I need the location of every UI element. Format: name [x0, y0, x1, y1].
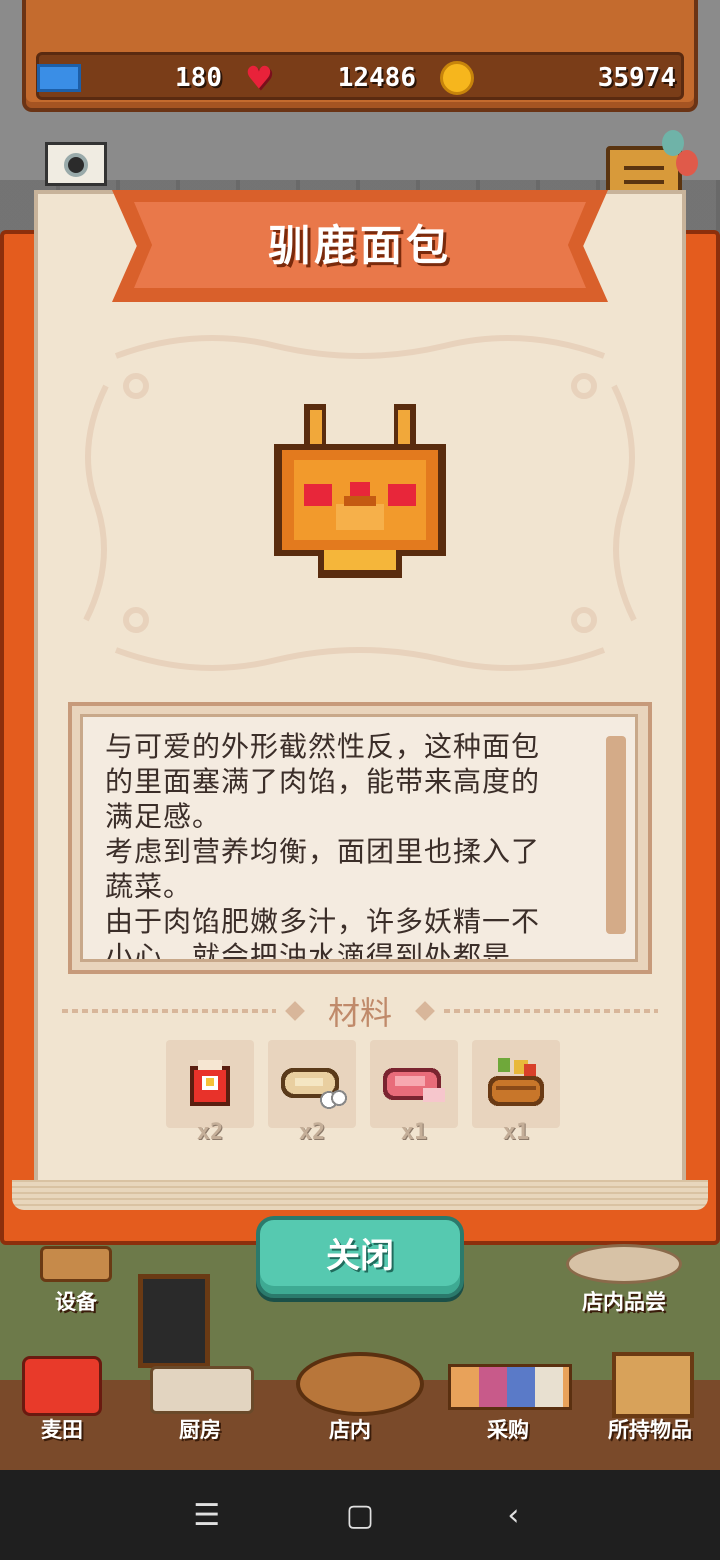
heart-value: 12486 [337, 63, 416, 93]
materials-label: 材料 [328, 994, 393, 1032]
nav-equipment-label: 设备 [55, 1290, 97, 1314]
reindeer-bread-icon [274, 404, 446, 578]
nav-items-label: 所持物品 [608, 1418, 692, 1442]
material-qty: x2 [196, 1120, 224, 1145]
kitchen-icon [150, 1366, 254, 1414]
system-navigation-bar: ☰ ▢ ‹ [0, 1470, 720, 1560]
recipe-description: 与可爱的外形截然性反，这种面包 的里面塞满了肉馅，能带来高度的 满足感。 考虑到… [105, 730, 541, 962]
heart-counter: ♥ 12486 [236, 58, 422, 98]
nav-field[interactable]: 麦田 [20, 1414, 104, 1444]
nav-purchase-label: 采购 [487, 1418, 529, 1442]
eggs-icon [268, 1040, 356, 1128]
material-qty: x2 [298, 1120, 326, 1145]
ticket-value: 180 [175, 63, 222, 93]
material-qty: x1 [400, 1120, 428, 1145]
coin-icon [434, 61, 480, 95]
close-button[interactable]: 关闭 [256, 1216, 464, 1298]
materials-header: 材料 [62, 986, 659, 1036]
nav-store-label: 店内 [329, 1418, 371, 1442]
balloon-icon [676, 150, 698, 176]
menu-board-icon [138, 1274, 210, 1368]
inventory-box-icon [612, 1352, 694, 1418]
nav-items[interactable]: 所持物品 [598, 1414, 702, 1444]
home-icon[interactable]: ▢ [330, 1498, 390, 1533]
ticket-icon [36, 61, 82, 95]
purchase-shelf-icon [448, 1364, 572, 1410]
material-item[interactable]: x2 [268, 1040, 356, 1150]
nav-field-label: 麦田 [41, 1418, 83, 1442]
ticket-counter: 180 [36, 58, 228, 98]
material-qty: x1 [502, 1120, 530, 1145]
nav-kitchen-label: 厨房 [179, 1418, 221, 1442]
meat-icon [370, 1040, 458, 1128]
menu-icon[interactable]: ☰ [177, 1498, 237, 1533]
camera-icon [45, 142, 107, 186]
coin-value: 35974 [597, 63, 676, 93]
material-item[interactable]: x1 [370, 1040, 458, 1150]
flour-bag-icon [166, 1040, 254, 1128]
nav-kitchen[interactable]: 厨房 [158, 1414, 242, 1444]
description-scrollbar[interactable] [606, 736, 626, 934]
field-icon [22, 1356, 102, 1416]
nav-purchase[interactable]: 采购 [466, 1414, 550, 1444]
coin-counter: 35974 [434, 58, 682, 98]
material-item[interactable]: x1 [472, 1040, 560, 1150]
nav-tasting-label: 店内品尝 [582, 1290, 666, 1314]
back-icon[interactable]: ‹ [483, 1498, 543, 1533]
recipe-title: 驯鹿面包 [267, 221, 452, 270]
nav-store[interactable]: 店内 [308, 1414, 392, 1444]
recipe-title-banner: 驯鹿面包 [112, 190, 608, 302]
description-box[interactable]: 与可爱的外形截然性反，这种面包 的里面塞满了肉馅，能带来高度的 满足感。 考虑到… [80, 714, 638, 962]
materials-list: x2 x2 x1 x1 [166, 1040, 560, 1150]
vegetable-basket-icon [472, 1040, 560, 1128]
book-page-edge [12, 1180, 708, 1210]
tasting-plate-icon [566, 1244, 682, 1284]
store-basket-icon [296, 1352, 424, 1416]
equipment-icon [40, 1246, 112, 1282]
heart-icon: ♥ [247, 56, 271, 100]
material-item[interactable]: x2 [166, 1040, 254, 1150]
